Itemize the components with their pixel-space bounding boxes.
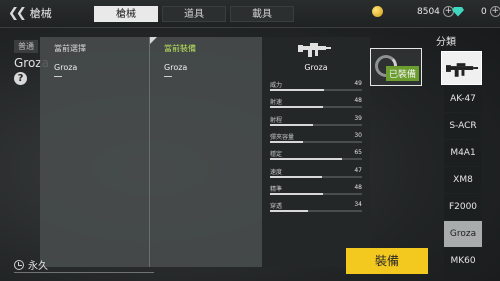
screen-title: 槍械 [29, 7, 52, 20]
stat-bar-fill [270, 175, 322, 178]
coin-amount: 8504 [417, 6, 440, 17]
duration-underline [14, 272, 154, 273]
category-item[interactable]: XM8 [444, 167, 482, 193]
stats-weapon-name: Groza [304, 63, 328, 72]
stat-bar-fill [270, 210, 308, 213]
stat-value: 65 [354, 149, 362, 157]
category-item[interactable]: S-ACR [444, 113, 482, 139]
stat-row: 穩定 65 [270, 149, 362, 163]
stat-label: 威力 [270, 82, 283, 89]
gem-balance: 0 + [452, 6, 500, 17]
tab-bar: 槍械 道具 載具 [94, 6, 294, 22]
current-selection-divider [54, 76, 62, 77]
corner-marker [150, 37, 157, 44]
stat-row: 射程 39 [270, 115, 362, 129]
stat-label: 穩定 [270, 151, 283, 159]
category-item[interactable]: AK-47 [444, 86, 482, 112]
stat-bar-track [270, 192, 362, 195]
equipped-divider [164, 76, 172, 77]
category-title: 分類 [436, 37, 456, 48]
equipped-column: 當前裝備 Groza [150, 37, 260, 267]
tab-vehicles[interactable]: 載具 [230, 6, 294, 22]
stat-bar-fill [270, 140, 304, 143]
stat-bar-track [270, 123, 362, 126]
stat-label: 速度 [270, 168, 283, 176]
add-gems-button[interactable]: + [489, 6, 500, 17]
stat-label: 精準 [270, 185, 283, 193]
stat-label: 穿透 [270, 203, 283, 211]
stat-value: 30 [354, 131, 362, 139]
stat-bar-track [270, 106, 362, 109]
stat-value: 39 [354, 114, 362, 122]
back-nav[interactable]: ❮❮ 槍械 [8, 5, 52, 21]
stat-bar-fill [270, 158, 342, 161]
stat-value: 49 [354, 80, 362, 87]
stat-value: 48 [354, 97, 362, 105]
category-item[interactable]: Groza [444, 221, 482, 247]
top-bar: ❮❮ 槍械 槍械 道具 載具 8504 + 0 + [0, 0, 500, 28]
stat-bar-fill [270, 106, 323, 109]
stat-row: 精準 48 [270, 184, 362, 198]
category-item[interactable]: M4A1 [444, 140, 482, 166]
clock-icon [14, 259, 24, 270]
current-selection-column: 當前選擇 Groza [40, 37, 150, 267]
stat-bar-fill [270, 192, 323, 195]
current-selection-header: 當前選擇 [54, 44, 86, 53]
stat-bar-track [270, 89, 362, 91]
category-selected-gun[interactable] [441, 51, 482, 85]
duration-label: 永久 [14, 257, 48, 272]
stat-row: 威力 49 [270, 80, 362, 94]
stat-bar-fill [270, 89, 325, 91]
tab-items[interactable]: 道具 [162, 6, 226, 22]
rifle-icon [298, 43, 331, 57]
stat-row: 彈夾容量 30 [270, 132, 362, 146]
equipped-badge: 已裝備 [385, 66, 419, 81]
equipped-slot-card[interactable]: 已裝備 [370, 48, 422, 86]
stat-row: 速度 47 [270, 167, 362, 181]
help-icon[interactable]: ? [14, 72, 27, 85]
stat-value: 48 [354, 183, 362, 191]
stat-row: 穿透 34 [270, 201, 362, 215]
stat-value: 34 [354, 201, 362, 209]
stat-bar-track [270, 158, 362, 161]
stat-value: 47 [354, 166, 362, 174]
equipped-name: Groza [164, 63, 188, 72]
gem-amount: 0 [481, 6, 487, 17]
rarity-badge: 普通 [14, 40, 38, 53]
current-selection-name: Groza [54, 63, 78, 72]
stats-panel: Groza 威力 49 射速 48 射程 39 彈夾容量 30 穩定 65 速度 47 精準 48 穿透 34 [262, 37, 370, 267]
category-item[interactable]: F2000 [444, 194, 482, 220]
gem-icon [452, 6, 464, 17]
compare-panel: 當前選擇 Groza 當前裝備 Groza Groza 威力 49 射速 48 射程 39… [40, 37, 370, 267]
category-item[interactable]: MK60 [444, 248, 482, 274]
duration-text: 永久 [28, 261, 48, 272]
stat-label: 射速 [270, 99, 283, 107]
tab-guns[interactable]: 槍械 [94, 6, 158, 22]
coin-icon [372, 6, 383, 17]
stat-bar-track [270, 140, 362, 143]
stat-bar-fill [270, 123, 314, 126]
category-list: AK-47 S-ACR M4A1 XM8 F2000 Groza MK60 [444, 86, 482, 275]
stat-label: 彈夾容量 [270, 133, 295, 141]
stat-bar-track [270, 210, 362, 213]
stat-label: 射程 [270, 116, 283, 124]
equip-button[interactable]: 裝備 [346, 248, 428, 274]
stat-row: 射速 48 [270, 97, 362, 111]
back-chevron-icon[interactable]: ❮❮ [8, 6, 27, 21]
coin-balance: 8504 + [372, 6, 454, 17]
equipped-header: 當前裝備 [164, 44, 196, 53]
assault-rifle-icon [446, 63, 479, 77]
stat-bar-track [270, 175, 362, 178]
